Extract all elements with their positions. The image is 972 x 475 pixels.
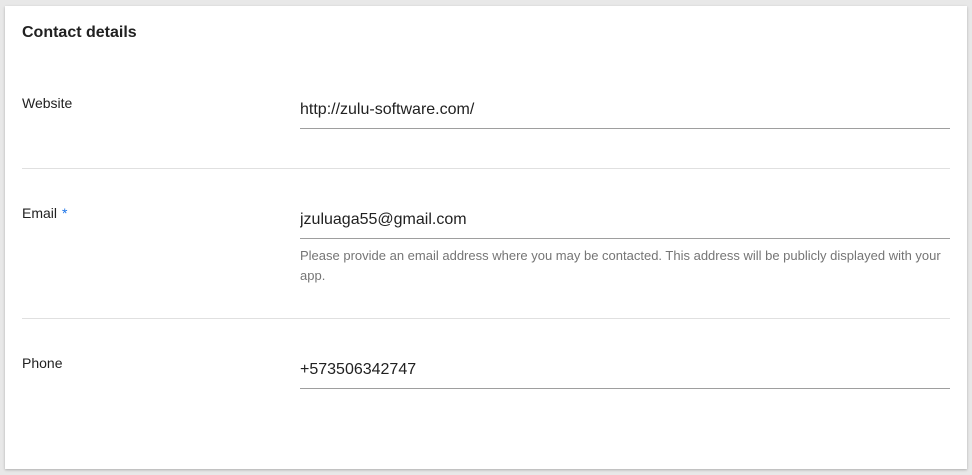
required-asterisk: * xyxy=(62,205,68,221)
section-title: Contact details xyxy=(22,24,137,41)
email-helper-text: Please provide an email address where yo… xyxy=(300,248,941,283)
phone-input-wrap xyxy=(300,361,950,389)
website-label: Website xyxy=(22,95,73,111)
divider xyxy=(22,168,950,169)
contact-details-card: Contact details Website Email* Please pr… xyxy=(5,6,967,469)
website-input-wrap xyxy=(300,101,950,129)
email-input-wrap: Please provide an email address where yo… xyxy=(300,211,950,286)
phone-label: Phone xyxy=(22,355,63,371)
email-label: Email * xyxy=(22,205,67,221)
email-label-text: Email xyxy=(22,205,58,221)
email-input[interactable] xyxy=(300,211,950,239)
website-input[interactable] xyxy=(300,101,950,129)
phone-input[interactable] xyxy=(300,361,950,389)
divider xyxy=(22,318,950,319)
